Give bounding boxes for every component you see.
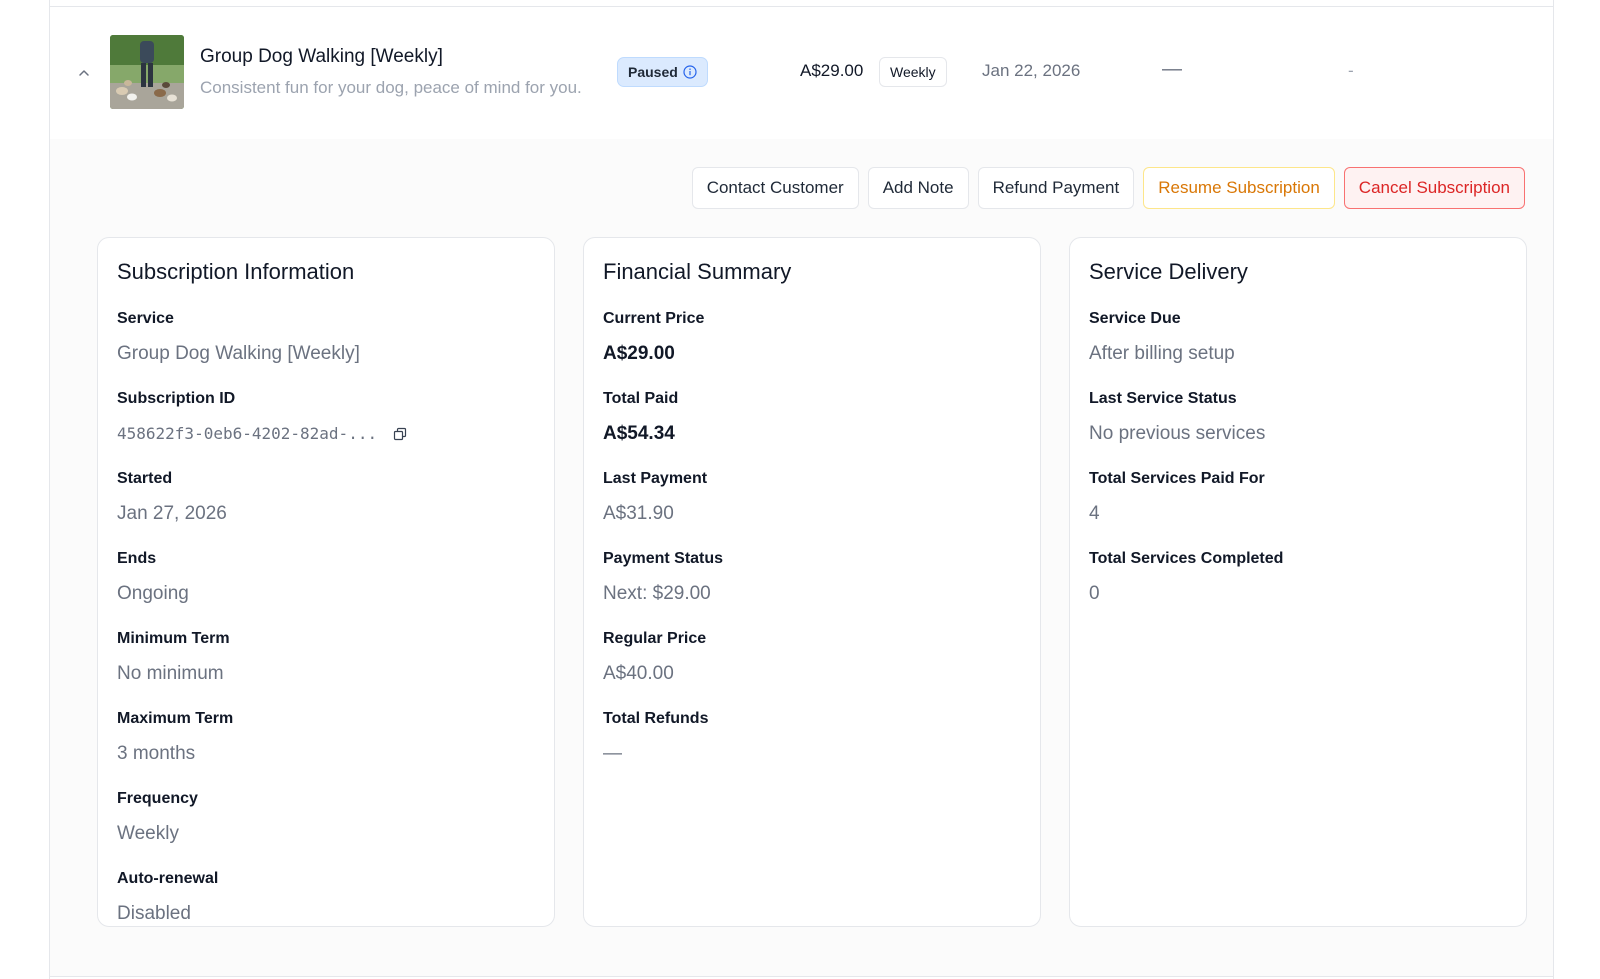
started-field: Started Jan 27, 2026 bbox=[117, 469, 535, 549]
field-value: Next: $29.00 bbox=[603, 583, 711, 604]
chevron-up-icon[interactable] bbox=[74, 63, 94, 83]
field-label: Service Due bbox=[1089, 310, 1181, 327]
field-value: A$54.34 bbox=[603, 423, 675, 444]
status-label: Paused bbox=[628, 64, 678, 80]
maximum-term-field: Maximum Term 3 months bbox=[117, 709, 535, 789]
field-value: 0 bbox=[1089, 583, 1100, 604]
service-description: Consistent fun for your dog, peace of mi… bbox=[200, 78, 582, 97]
field-value: After billing setup bbox=[1089, 343, 1235, 364]
field-label: Service bbox=[117, 310, 174, 327]
services-completed-field: Total Services Completed 0 bbox=[1089, 549, 1507, 629]
resume-subscription-button[interactable]: Resume Subscription bbox=[1143, 167, 1335, 209]
field-label: Last Payment bbox=[603, 470, 708, 487]
field-value: Ongoing bbox=[117, 583, 189, 604]
field-value: A$40.00 bbox=[603, 663, 674, 684]
last-payment-field: Last Payment A$31.90 bbox=[603, 469, 1021, 549]
frequency-badge: Weekly bbox=[879, 57, 947, 87]
field-value: 3 months bbox=[117, 743, 196, 764]
cancel-subscription-button[interactable]: Cancel Subscription bbox=[1343, 167, 1525, 209]
field-value: A$29.00 bbox=[603, 343, 675, 364]
auto-renewal-field: Auto-renewal Disabled bbox=[117, 869, 535, 949]
financial-summary-card: Financial Summary Current Price A$29.00 … bbox=[583, 237, 1041, 927]
refund-payment-button[interactable]: Refund Payment bbox=[977, 167, 1135, 209]
services-paid-for-field: Total Services Paid For 4 bbox=[1089, 469, 1507, 549]
card-title: Service Delivery bbox=[1089, 259, 1248, 284]
field-value: Jan 27, 2026 bbox=[117, 503, 227, 524]
field-label: Total Services Completed bbox=[1089, 550, 1284, 567]
field-value: Group Dog Walking [Weekly] bbox=[117, 343, 360, 364]
last-service-status-field: Last Service Status No previous services bbox=[1089, 389, 1507, 469]
field-label: Payment Status bbox=[603, 550, 724, 567]
field-label: Total Refunds bbox=[603, 710, 709, 727]
subscription-details: Contact Customer Add Note Refund Payment… bbox=[50, 139, 1553, 976]
payment-status-field: Payment Status Next: $29.00 bbox=[603, 549, 1021, 629]
status-badge: Paused bbox=[617, 57, 708, 87]
field-label: Subscription ID bbox=[117, 390, 236, 407]
subscription-panel: Group Dog Walking [Weekly] Consistent fu… bbox=[49, 0, 1554, 979]
field-label: Last Service Status bbox=[1089, 390, 1237, 407]
ends-field: Ends Ongoing bbox=[117, 549, 535, 629]
field-label: Regular Price bbox=[603, 630, 707, 647]
field-value: A$31.90 bbox=[603, 503, 674, 524]
subscription-id-text: 458622f3-0eb6-4202-82ad-... bbox=[117, 424, 378, 443]
service-delivery-card: Service Delivery Service Due After billi… bbox=[1069, 237, 1527, 927]
field-value: No minimum bbox=[117, 663, 224, 684]
total-refunds-field: Total Refunds — bbox=[603, 709, 1021, 789]
subscription-price: A$29.00 bbox=[800, 61, 864, 80]
add-note-button[interactable]: Add Note bbox=[867, 167, 969, 209]
empty-value-hyphen: - bbox=[1348, 61, 1354, 80]
next-billing-date: Jan 22, 2026 bbox=[982, 61, 1081, 80]
total-paid-field: Total Paid A$54.34 bbox=[603, 389, 1021, 469]
field-value: Weekly bbox=[117, 823, 179, 844]
field-value: No previous services bbox=[1089, 423, 1266, 444]
service-thumbnail bbox=[110, 35, 184, 109]
field-label: Maximum Term bbox=[117, 710, 234, 727]
current-price-field: Current Price A$29.00 bbox=[603, 309, 1021, 389]
contact-customer-button[interactable]: Contact Customer bbox=[691, 167, 859, 209]
field-label: Current Price bbox=[603, 310, 705, 327]
subscription-id-value: 458622f3-0eb6-4202-82ad-... bbox=[117, 422, 535, 446]
field-value: — bbox=[603, 743, 622, 764]
field-label: Ends bbox=[117, 550, 157, 567]
field-label: Minimum Term bbox=[117, 630, 230, 647]
subscription-id-field: Subscription ID 458622f3-0eb6-4202-82ad-… bbox=[117, 389, 535, 469]
service-field: Service Group Dog Walking [Weekly] bbox=[117, 309, 535, 389]
card-title: Financial Summary bbox=[603, 259, 792, 284]
bottom-divider bbox=[50, 976, 1553, 977]
subscription-row[interactable]: Group Dog Walking [Weekly] Consistent fu… bbox=[50, 7, 1553, 139]
field-label: Total Paid bbox=[603, 390, 679, 407]
action-bar: Contact Customer Add Note Refund Payment… bbox=[691, 167, 1525, 209]
field-value: Disabled bbox=[117, 903, 191, 924]
field-label: Auto-renewal bbox=[117, 870, 219, 887]
service-due-field: Service Due After billing setup bbox=[1089, 309, 1507, 389]
info-icon[interactable] bbox=[683, 65, 697, 79]
service-title: Group Dog Walking [Weekly] bbox=[200, 46, 443, 67]
card-title: Subscription Information bbox=[117, 259, 355, 284]
field-value: 4 bbox=[1089, 503, 1100, 524]
frequency-field: Frequency Weekly bbox=[117, 789, 535, 869]
field-label: Total Services Paid For bbox=[1089, 470, 1265, 487]
copy-icon[interactable] bbox=[393, 427, 407, 441]
field-label: Frequency bbox=[117, 790, 198, 807]
empty-value-dash: — bbox=[1162, 58, 1182, 80]
regular-price-field: Regular Price A$40.00 bbox=[603, 629, 1021, 709]
subscription-information-card: Subscription Information Service Group D… bbox=[97, 237, 555, 927]
minimum-term-field: Minimum Term No minimum bbox=[117, 629, 535, 709]
field-label: Started bbox=[117, 470, 173, 487]
